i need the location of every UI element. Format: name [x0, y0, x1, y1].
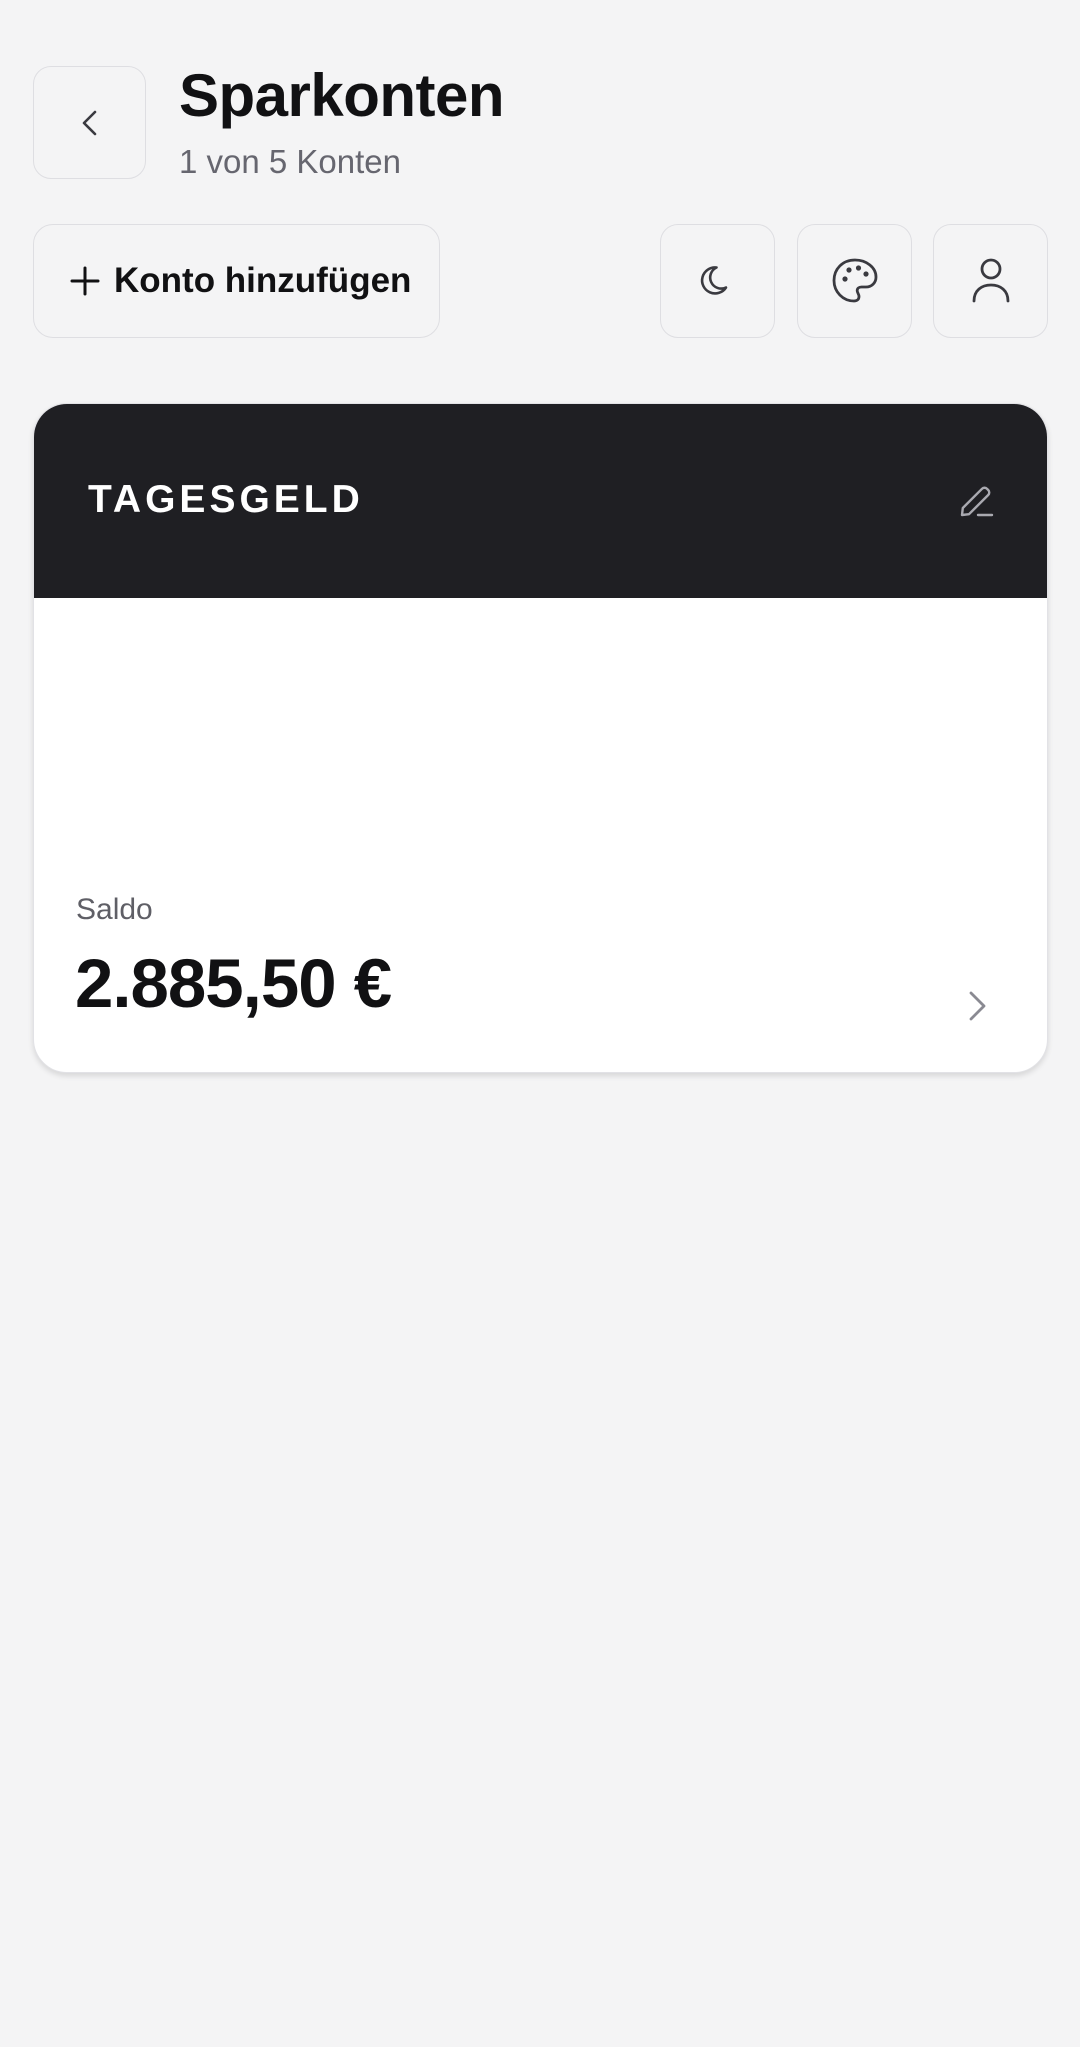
balance-value: 2.885,50 € — [75, 945, 392, 1022]
back-button[interactable] — [33, 66, 146, 179]
page-title: Sparkonten — [179, 62, 505, 129]
pencil-icon — [960, 486, 994, 517]
edit-account-button[interactable] — [955, 480, 997, 522]
profile-button[interactable] — [933, 224, 1048, 338]
account-count: 1 von 5 Konten — [179, 143, 402, 180]
account-card-header: TAGESGELD — [34, 404, 1047, 598]
palette-button[interactable] — [797, 224, 912, 338]
palette-icon — [832, 258, 877, 303]
plus-icon — [70, 266, 100, 296]
chevron-left-icon — [82, 110, 96, 135]
open-account-button[interactable] — [957, 984, 997, 1028]
add-account-button[interactable]: Konto hinzufügen — [33, 224, 440, 338]
account-name: TAGESGELD — [88, 478, 364, 521]
theme-toggle-button[interactable] — [660, 224, 775, 338]
user-icon — [972, 258, 1009, 303]
account-card[interactable]: TAGESGELD Saldo 2.885,50 € — [33, 403, 1048, 1073]
chevron-right-icon — [969, 991, 986, 1021]
add-account-label: Konto hinzufügen — [114, 261, 412, 300]
balance-label: Saldo — [76, 893, 153, 926]
moon-icon — [700, 266, 727, 295]
